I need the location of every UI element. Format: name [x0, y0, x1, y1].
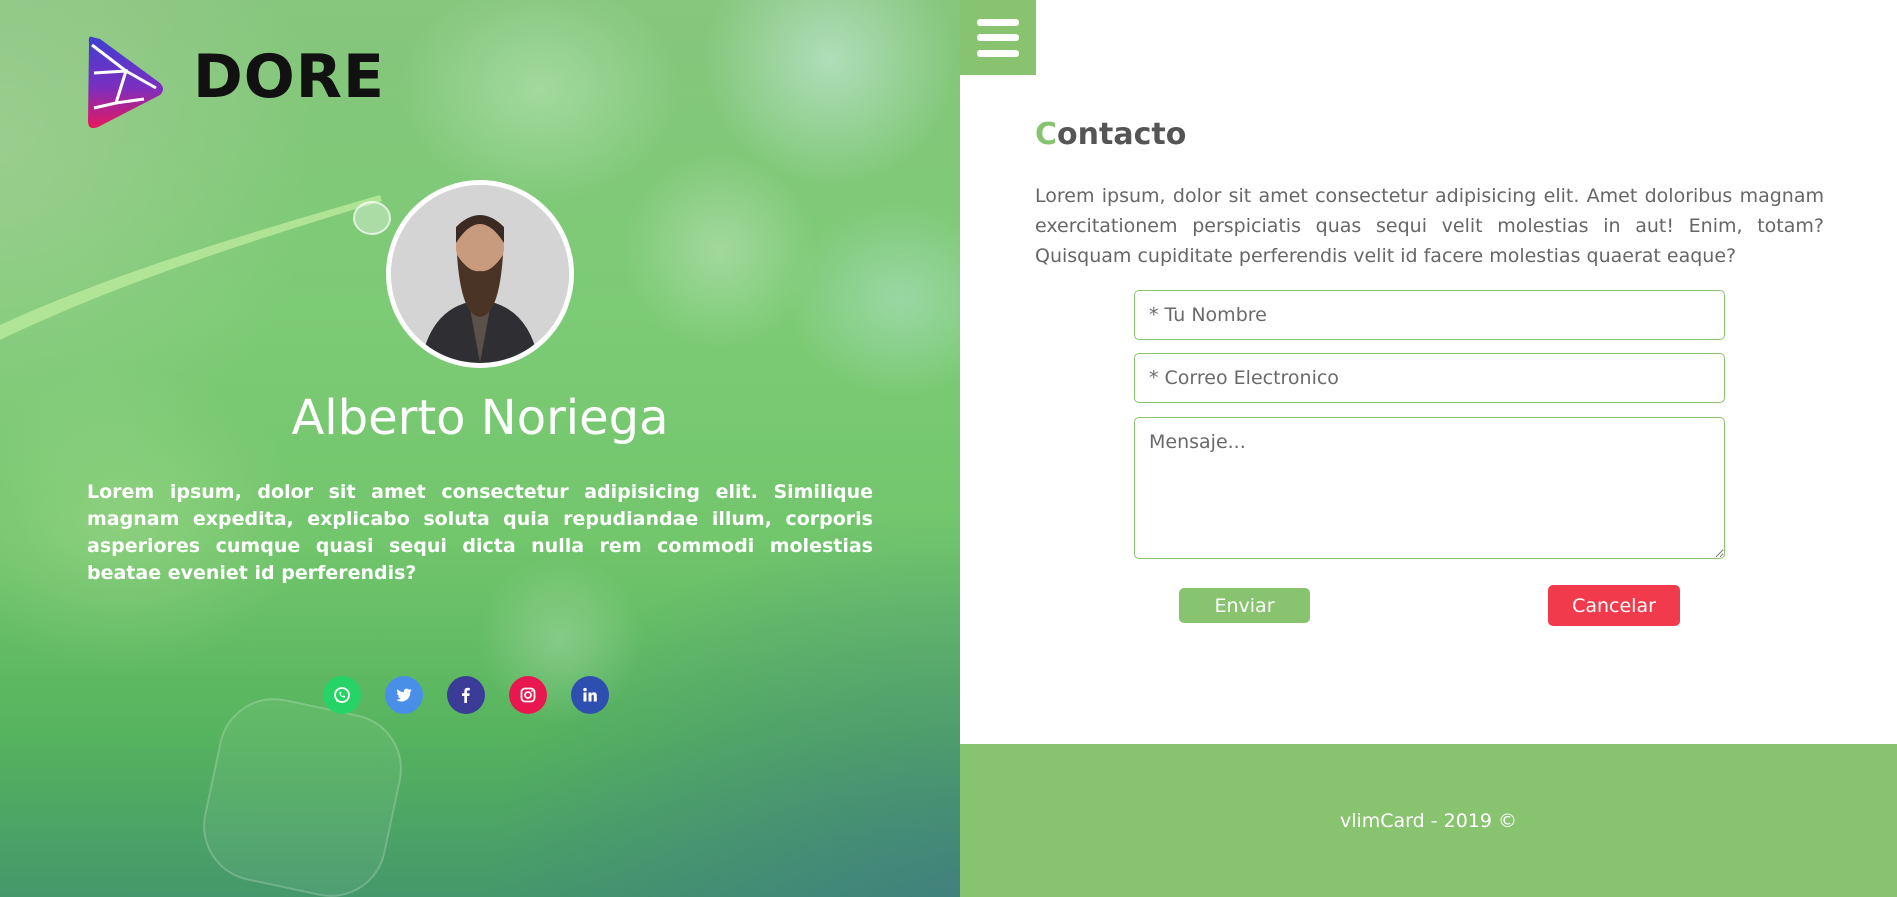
facebook-link[interactable]: [447, 676, 485, 714]
avatar: [386, 180, 574, 368]
facebook-icon: [462, 687, 470, 703]
send-button[interactable]: Enviar: [1179, 588, 1310, 623]
twitter-icon: [396, 688, 412, 702]
linkedin-link[interactable]: [571, 676, 609, 714]
bokeh-shape: [192, 687, 413, 897]
hamburger-menu-icon: [977, 18, 1019, 57]
name-input[interactable]: [1134, 290, 1725, 340]
profile-name: Alberto Noriega: [291, 390, 669, 446]
twitter-link[interactable]: [385, 676, 423, 714]
social-links: [323, 676, 609, 714]
instagram-icon: [520, 687, 536, 703]
profile-bio: Lorem ipsum, dolor sit amet consectetur …: [87, 481, 873, 584]
whatsapp-icon: [334, 687, 350, 703]
whatsapp-link[interactable]: [323, 676, 361, 714]
email-input[interactable]: [1134, 353, 1725, 403]
dore-logo-icon: [88, 36, 163, 129]
footer-text: vlimCard - 2019 ©: [1339, 809, 1518, 832]
linkedin-icon: [583, 687, 597, 702]
cancel-button[interactable]: Cancelar: [1548, 585, 1680, 626]
profile-panel: DORE Alberto Noriega Lorem ipsum, dolor …: [0, 0, 960, 897]
footer: vlimCard - 2019 ©: [960, 744, 1897, 897]
contact-description: Lorem ipsum, dolor sit amet consectetur …: [1035, 185, 1824, 267]
menu-button[interactable]: [960, 0, 1036, 75]
contact-title: Contacto: [1035, 117, 1186, 152]
contact-title-rest: ontacto: [1057, 117, 1187, 152]
instagram-link[interactable]: [509, 676, 547, 714]
contact-title-initial: C: [1035, 117, 1058, 152]
message-textarea[interactable]: [1134, 417, 1725, 559]
brand-name: DORE: [193, 42, 385, 112]
